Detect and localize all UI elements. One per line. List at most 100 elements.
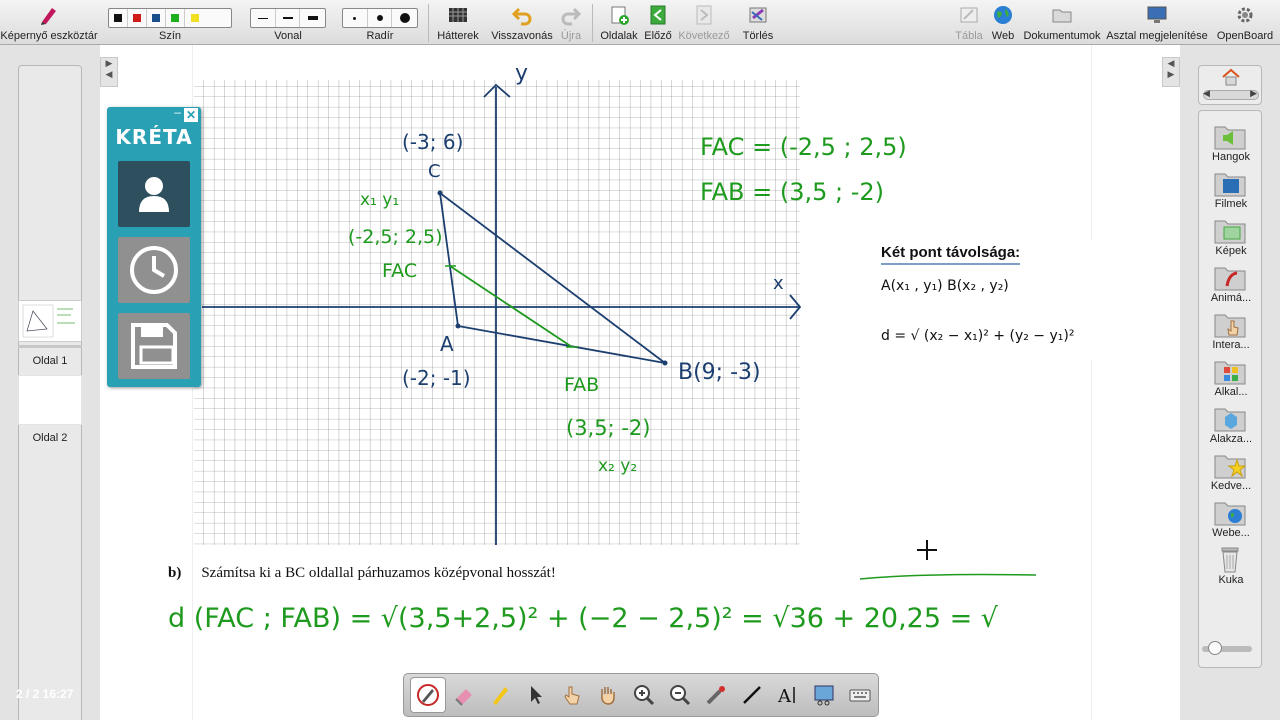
delete-label: Törlés [742, 30, 774, 42]
eraser-large-option[interactable] [392, 9, 417, 27]
fab-point-label: FAB [564, 374, 599, 396]
backgrounds-label: Hátterek [437, 30, 479, 42]
collapse-right-panel-button[interactable]: ◀ ▶ [1162, 57, 1180, 87]
zoom-out-button[interactable] [662, 677, 698, 713]
fab-coordinate-label: (3,5; -2) [566, 416, 650, 440]
next-label: Következő [678, 30, 730, 42]
show-desktop-button[interactable]: Asztal megjelenítése [1106, 0, 1208, 45]
page-2-thumbnail[interactable] [18, 375, 82, 425]
kreta-clock-button[interactable] [118, 237, 190, 303]
redo-button[interactable]: Újra [556, 0, 586, 45]
y-axis-label: y [515, 61, 528, 86]
eraser-medium-option[interactable] [368, 9, 393, 27]
color-black-swatch[interactable] [109, 9, 128, 27]
x2-y2-label: x₂ y₂ [598, 456, 637, 476]
x-axis-label: x [773, 273, 784, 294]
select-tool-button[interactable] [518, 677, 554, 713]
undo-icon [511, 7, 532, 26]
globe-icon [994, 6, 1012, 24]
highlighter-tool-button[interactable] [482, 677, 518, 713]
delete-button[interactable]: Törlés [736, 0, 780, 45]
undo-button[interactable]: Visszavonás [490, 0, 554, 45]
formula-points: A(x₁ , y₁) B(x₂ , y₂) [881, 278, 1009, 294]
main-toolbar: Képernyő eszköztár Szín Vonal Radír Hátt [0, 0, 1280, 45]
point-a [455, 323, 461, 329]
line-width-picker: Vonal [248, 0, 328, 45]
task-letter: b) [168, 565, 182, 581]
keyboard-icon [849, 689, 871, 702]
hand-tool-button[interactable] [590, 677, 626, 713]
folder-icon [1052, 9, 1072, 23]
color-green-swatch[interactable] [166, 9, 185, 27]
capture-tool-button[interactable] [806, 677, 842, 713]
board-canvas[interactable]: y x (-3; 6) C A (-2; -1) B(9; -3) x₁ y₁ … [100, 45, 1180, 720]
previous-page-button[interactable]: Előző [640, 0, 676, 45]
web-folder-icon [1214, 502, 1246, 526]
eraser-icon [455, 689, 472, 706]
library-panel: ◀ ▶ Hangok Filmek Képek Animá... Intera.… [1180, 45, 1280, 720]
kreta-user-button[interactable] [118, 161, 190, 227]
color-blue-swatch[interactable] [147, 9, 166, 27]
screen-tools-label: Képernyő eszköztár [0, 30, 98, 42]
gear-icon [1237, 7, 1253, 23]
eraser-small-option[interactable] [343, 9, 368, 27]
interact-tool-button[interactable] [554, 677, 590, 713]
openboard-menu-button[interactable]: OpenBoard [1210, 0, 1280, 45]
openboard-label: OpenBoard [1216, 30, 1274, 42]
scroll-left-icon[interactable]: ◀ [1203, 88, 1210, 99]
kreta-logo: KRÉTA [115, 125, 193, 149]
svg-text:A: A [777, 686, 792, 707]
b-point-label: B(9; -3) [678, 360, 761, 385]
laser-pointer-button[interactable] [698, 677, 734, 713]
screen-tools-button[interactable]: Képernyő eszköztár [0, 0, 98, 45]
kreta-close-button[interactable]: ✕ [184, 108, 198, 122]
handwritten-solution: d (FAC ; FAB) = √(3,5+2,5)² + (−2 − 2,5)… [168, 603, 999, 634]
pen-tool-button[interactable] [410, 677, 446, 713]
page-1-thumbnail[interactable] [18, 300, 82, 342]
clock-icon [130, 246, 178, 294]
board-button[interactable]: Tábla [952, 0, 986, 45]
monitor-icon [1147, 6, 1167, 23]
page-1-label: Oldal 1 [32, 355, 68, 367]
color-red-swatch[interactable] [128, 9, 147, 27]
eraser-size-picker: Radír [340, 0, 420, 45]
x1-y1-label: x₁ y₁ [360, 190, 399, 210]
board-icon [960, 7, 978, 23]
arrow-cursor-icon [531, 686, 542, 704]
color-yellow-swatch[interactable] [185, 9, 204, 27]
trash-icon [1221, 547, 1239, 573]
kreta-minimize-button[interactable]: – [174, 105, 181, 119]
collapse-left-panel-button[interactable]: ▶ ◀ [100, 57, 118, 87]
board-label: Tábla [955, 30, 983, 42]
eraser-tool-button[interactable] [446, 677, 482, 713]
point-b [662, 360, 668, 366]
pointing-hand-icon [564, 686, 580, 705]
web-button[interactable]: Web [988, 0, 1018, 45]
next-page-button[interactable]: Következő [676, 0, 732, 45]
capture-icon [814, 685, 834, 706]
web-label: Web [991, 30, 1015, 42]
zoom-slider-handle[interactable] [1208, 641, 1222, 655]
text-icon: A [777, 686, 795, 707]
web-library-label: Webe... [1212, 527, 1250, 539]
line-thick-option[interactable] [300, 9, 325, 27]
line-thin-option[interactable] [251, 9, 276, 27]
fac-coordinate-label: (-2,5; 2,5) [348, 226, 443, 248]
page-thumbnails-panel: Oldal 1 Oldal 2 2 / 2 16:27 [0, 45, 100, 720]
kreta-save-button[interactable] [118, 313, 190, 379]
task-line: b) Számítsa ki a BC oldallal párhuzamos k… [168, 565, 556, 582]
documents-button[interactable]: Dokumentumok [1022, 0, 1102, 45]
text-tool-button[interactable]: A [770, 677, 806, 713]
scroll-right-icon[interactable]: ▶ [1250, 88, 1257, 99]
pages-button[interactable]: Oldalak [598, 0, 640, 45]
keyboard-button[interactable] [842, 677, 878, 713]
backgrounds-button[interactable]: Hátterek [432, 0, 484, 45]
movies-label: Filmek [1214, 198, 1248, 210]
kreta-widget: – ✕ KRÉTA [107, 105, 201, 387]
zoom-in-button[interactable] [626, 677, 662, 713]
stylus-toolbar: A [403, 673, 879, 717]
line-medium-option[interactable] [276, 9, 301, 27]
page-2-label: Oldal 2 [32, 432, 68, 444]
home-icon[interactable] [1221, 68, 1241, 86]
line-tool-button[interactable] [734, 677, 770, 713]
